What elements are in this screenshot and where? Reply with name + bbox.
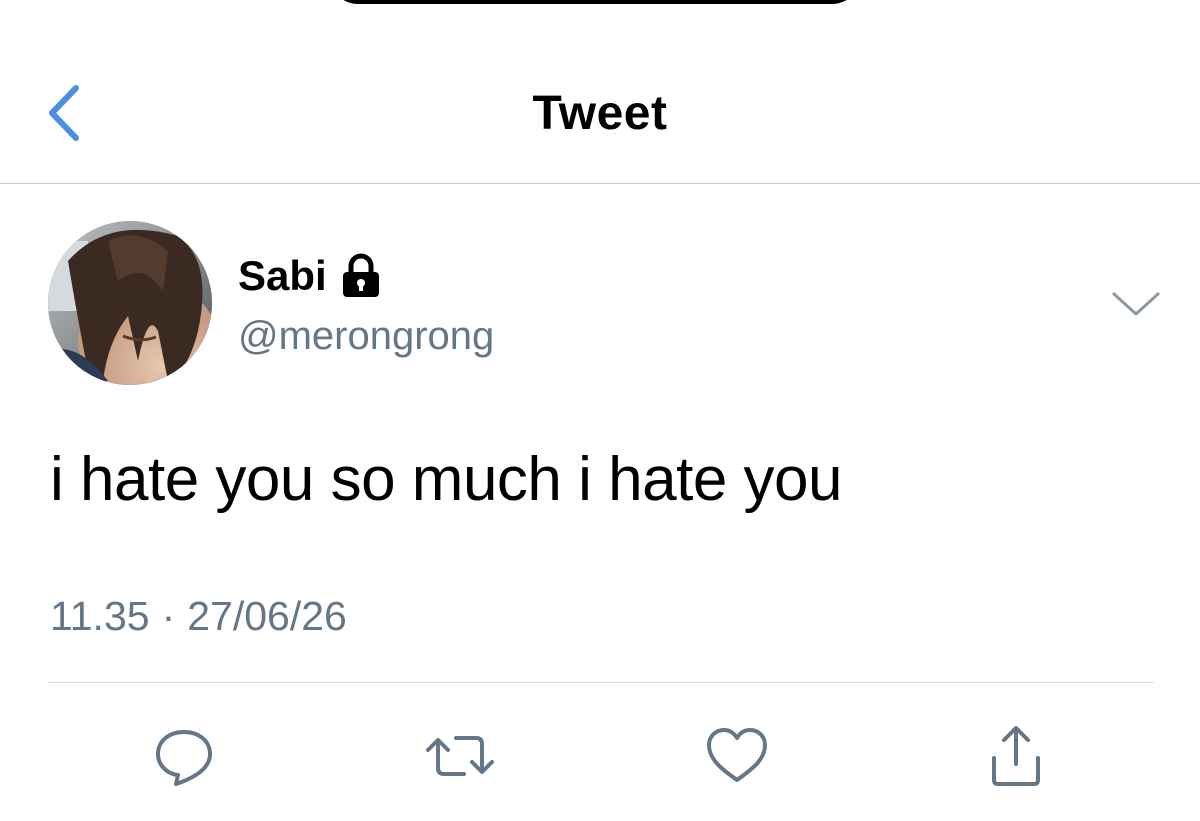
reply-button[interactable] <box>144 716 224 796</box>
tweet-timestamp: 11.35 · 27/06/26 <box>50 590 347 642</box>
retweet-icon <box>426 736 494 776</box>
page-title: Tweet <box>532 87 668 140</box>
action-bar <box>0 716 1200 796</box>
divider <box>48 682 1154 683</box>
author-name-row[interactable]: Sabi <box>238 250 383 302</box>
navigation-bar: Tweet <box>0 0 1200 184</box>
heart-icon <box>707 728 767 782</box>
timestamp-separator: · <box>161 593 176 639</box>
author-handle[interactable]: @merongrong <box>238 312 494 360</box>
reply-icon <box>156 730 212 786</box>
share-icon <box>992 726 1040 786</box>
tweet-text: i hate you so much i hate you <box>50 445 842 514</box>
tweet-time: 11.35 <box>50 593 150 639</box>
tweet-menu-button[interactable] <box>1108 284 1164 324</box>
avatar-photo <box>48 221 212 385</box>
retweet-button[interactable] <box>420 716 500 796</box>
chevron-down-icon <box>1112 292 1160 316</box>
avatar[interactable] <box>48 221 212 385</box>
lock-icon <box>339 253 383 299</box>
like-button[interactable] <box>697 716 777 796</box>
tweet-date: 27/06/26 <box>187 593 347 639</box>
share-button[interactable] <box>976 716 1056 796</box>
display-name[interactable]: Sabi <box>238 250 327 302</box>
